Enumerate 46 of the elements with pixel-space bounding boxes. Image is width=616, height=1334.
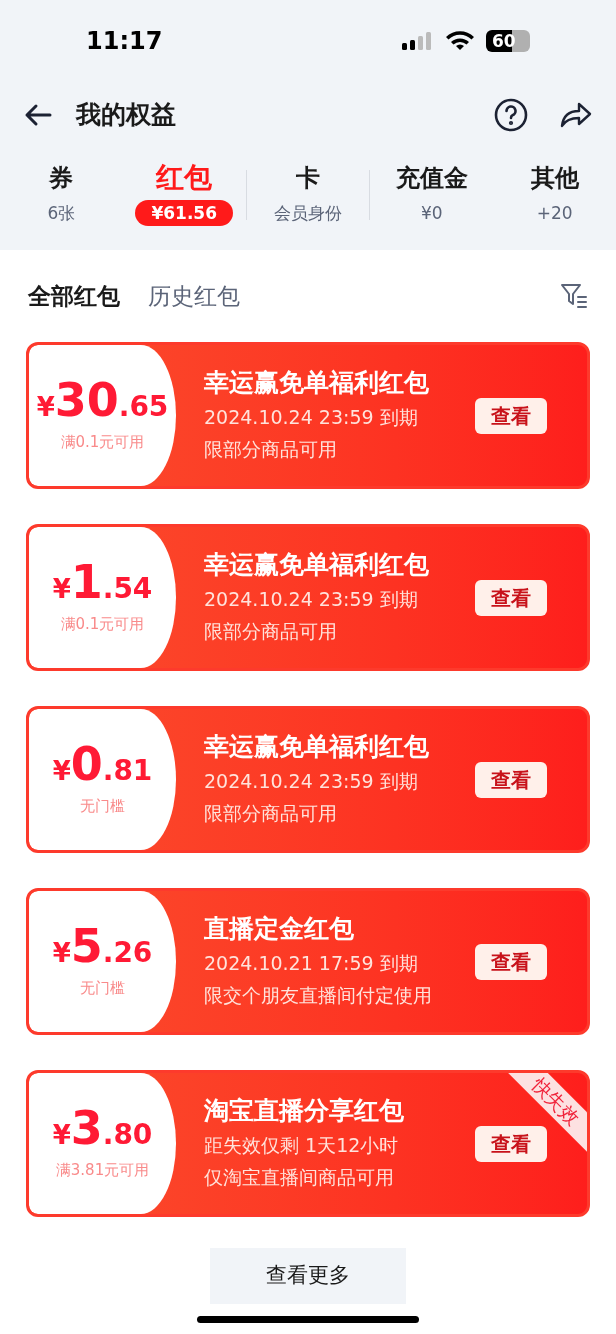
scope-text: 限部分商品可用 [204, 619, 338, 645]
category-tab[interactable]: 红包 ¥61.56 [122, 164, 246, 226]
amount: ¥0.81 [52, 741, 153, 788]
view-button[interactable]: 查看 [475, 579, 547, 616]
help-icon[interactable] [494, 98, 528, 132]
wifi-icon [446, 31, 474, 51]
usage-condition: 满0.1元可用 [60, 432, 145, 454]
packet-title: 幸运赢免单福利红包 [204, 731, 430, 763]
usage-condition: 满0.1元可用 [60, 614, 145, 636]
view-more-button[interactable]: 查看更多 [210, 1248, 406, 1304]
packet-tab[interactable]: 历史红包 [148, 278, 240, 314]
amount: ¥30.65 [36, 377, 169, 424]
back-icon[interactable] [24, 103, 52, 127]
view-button[interactable]: 查看 [475, 397, 547, 434]
packet-title: 幸运赢免单福利红包 [204, 367, 430, 399]
usage-condition: 无门槛 [80, 978, 125, 1000]
scope-text: 仅淘宝直播间商品可用 [204, 1165, 395, 1191]
scope-text: 限交个朋友直播间付定使用 [204, 983, 433, 1009]
signal-icon [402, 31, 434, 51]
view-button[interactable]: 查看 [475, 1125, 547, 1162]
view-button[interactable]: 查看 [475, 761, 547, 798]
category-tab[interactable]: 卡 会员身份 [246, 164, 370, 226]
usage-condition: 无门槛 [80, 796, 125, 818]
packet-title: 直播定金红包 [204, 913, 355, 945]
usage-condition: 满3.81元可用 [55, 1160, 150, 1182]
expiry-text: 2024.10.21 17:59 到期 [204, 950, 419, 976]
page-title: 我的权益 [76, 99, 176, 132]
expiry-text: 2024.10.24 23:59 到期 [204, 586, 419, 612]
packet-title: 淘宝直播分享红包 [204, 1095, 405, 1127]
category-tab[interactable]: 充值金 ¥0 [370, 164, 494, 226]
view-button[interactable]: 查看 [475, 943, 547, 980]
amount: ¥5.26 [52, 923, 153, 970]
expiry-text: 2024.10.24 23:59 到期 [204, 404, 419, 430]
category-tab[interactable]: 券 6张 [0, 164, 123, 226]
category-tab[interactable]: 其他 +20 [493, 164, 616, 226]
expiry-text: 2024.10.24 23:59 到期 [204, 768, 419, 794]
scope-text: 限部分商品可用 [204, 801, 338, 827]
amount: ¥1.54 [52, 559, 153, 606]
amount: ¥3.80 [52, 1105, 153, 1152]
expiry-text: 距失效仅剩 1天12小时 [204, 1132, 400, 1158]
share-icon[interactable] [560, 102, 592, 128]
packet-tab[interactable]: 全部红包 [28, 278, 120, 314]
filter-icon[interactable] [560, 283, 588, 309]
packet-title: 幸运赢免单福利红包 [204, 549, 430, 581]
scope-text: 限部分商品可用 [204, 437, 338, 463]
status-time: 11:17 [86, 26, 163, 57]
